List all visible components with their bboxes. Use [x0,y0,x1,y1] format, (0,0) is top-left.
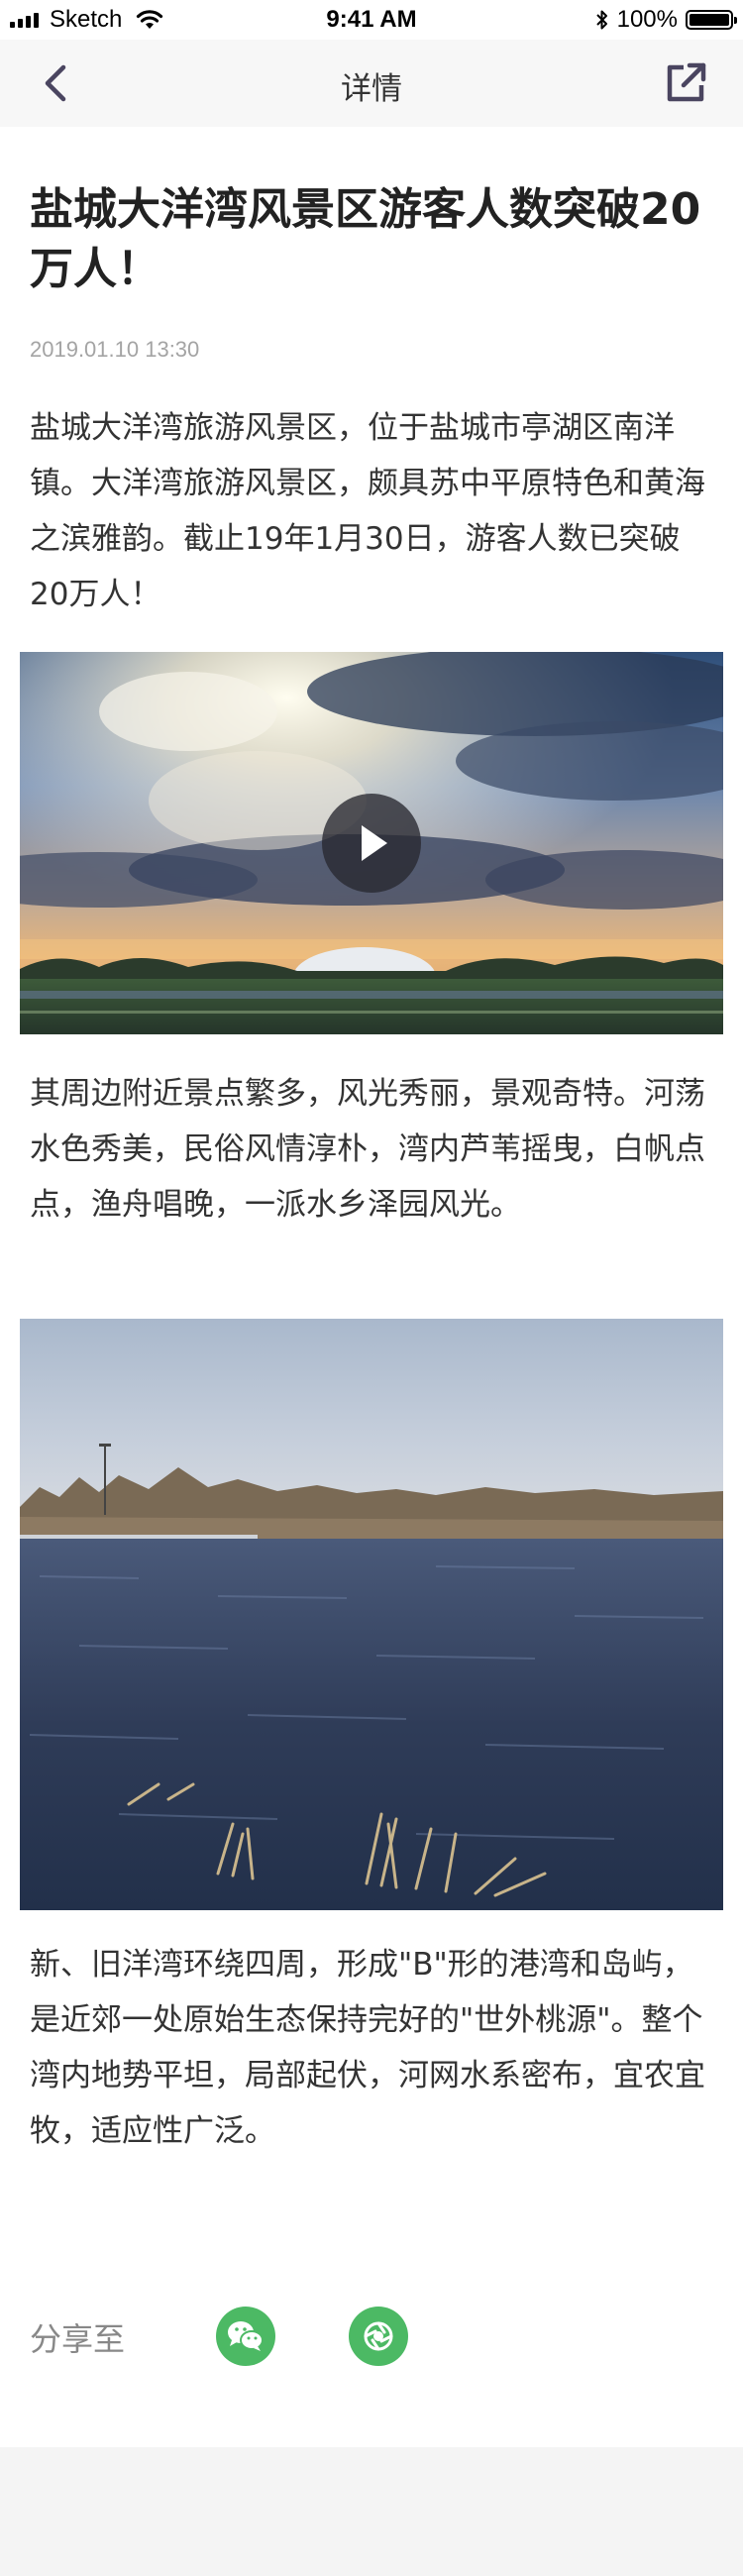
article-paragraph: 盐城大洋湾旅游风景区，位于盐城市亭湖区南洋镇。大洋湾旅游风景区，颇具苏中平原特色… [30,410,705,612]
status-bar: Sketch 9:41 AM 100% [0,0,743,40]
play-button[interactable] [322,794,421,893]
lake-landscape-image [20,1319,723,1910]
share-moments-button[interactable] [349,2307,408,2366]
bluetooth-icon [595,9,609,31]
page-title: 详情 [341,71,402,107]
status-right: 100% [595,6,737,34]
moments-icon [364,2321,393,2351]
video-thumbnail[interactable] [20,652,723,1034]
nav-bar: 详情 [0,40,743,127]
page-footer [0,2447,743,2576]
share-wechat-button[interactable] [216,2307,275,2366]
wechat-icon [228,2321,264,2351]
article-content: 盐城大洋湾风景区游客人数突破20万人！ 2019.01.10 13:30 盐城大… [0,127,743,2447]
article-paragraph: 新、旧洋湾环绕四周，形成"B"形的港湾和岛屿，是近郊一处原始生态保持完好的"世外… [30,1947,705,2149]
share-label: 分享至 [30,2320,126,2358]
battery-icon [686,10,737,30]
article-date: 2019.01.10 13:30 [30,337,200,362]
article-title: 盐城大洋湾风景区游客人数突破20万人！ [30,184,701,294]
share-row: 分享至 [30,2307,713,2376]
share-button[interactable] [662,59,709,107]
article-paragraph: 其周边附近景点繁多，风光秀丽，景观奇特。河荡水色秀美，民俗风情淳朴，湾内芦苇摇曳… [30,1076,705,1223]
lake-image [20,1319,723,1910]
share-external-icon [667,62,706,102]
battery-percent: 100% [616,6,678,33]
play-icon [362,825,387,861]
